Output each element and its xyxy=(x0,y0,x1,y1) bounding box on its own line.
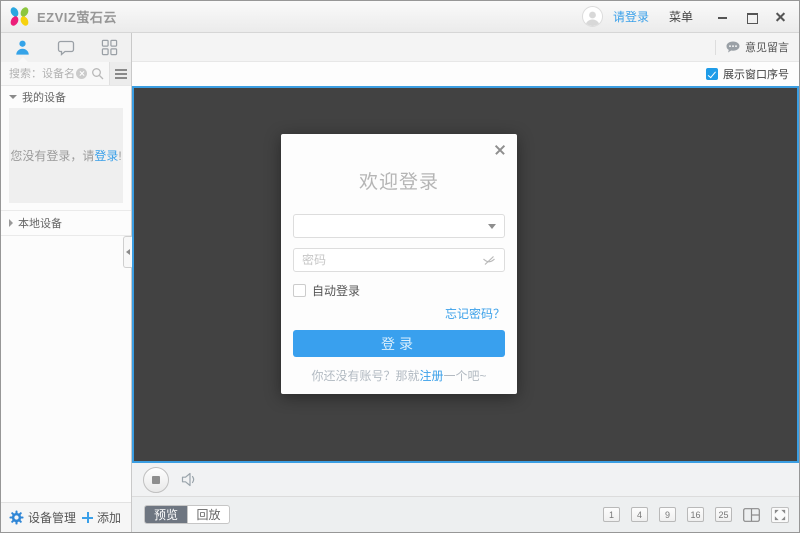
password-input[interactable] xyxy=(302,253,482,267)
bottom-bar: 预览 回放 1 4 9 16 25 xyxy=(132,497,799,532)
search-icon[interactable] xyxy=(91,67,104,80)
layout-button-25[interactable]: 25 xyxy=(715,507,732,522)
list-view-button[interactable] xyxy=(109,62,131,85)
fullscreen-button[interactable] xyxy=(771,506,789,523)
layout-switcher: 1 4 9 16 25 xyxy=(603,506,789,523)
sidebar-collapse-handle[interactable] xyxy=(123,236,132,268)
feedback-label: 意见留言 xyxy=(745,42,789,54)
caret-down-icon xyxy=(9,95,17,99)
app-title: EZVIZ萤石云 xyxy=(37,10,117,25)
ezviz-flower-icon xyxy=(9,5,30,27)
add-label: 添加 xyxy=(96,511,121,525)
avatar[interactable] xyxy=(581,6,603,27)
speaker-icon xyxy=(181,472,195,487)
person-icon xyxy=(16,40,29,55)
login-dialog: 欢迎登录 密码 自动登录 忘记密码？ 登录 你还没有账号？那就注册一个吧~ xyxy=(281,134,517,394)
register-suffix: 一个吧~ xyxy=(443,369,487,383)
caret-right-icon xyxy=(9,219,13,227)
maximize-button[interactable] xyxy=(746,11,758,24)
window-options-toolbar: 展示窗口序号 xyxy=(132,62,799,86)
username-dropdown[interactable] xyxy=(293,214,505,238)
feedback-button[interactable]: 意见留言 xyxy=(715,39,799,55)
mode-switcher: 预览 回放 xyxy=(144,505,230,524)
main-area: 意见留言 展示窗口序号 欢迎登录 密码 自动登录 忘记密码？ 登录 你还没有账号… xyxy=(132,33,799,532)
clear-search-icon[interactable] xyxy=(76,68,87,79)
password-field-wrap xyxy=(293,248,505,272)
feedback-bubble-icon xyxy=(726,41,740,53)
tab-preview[interactable]: 预览 xyxy=(145,506,187,523)
hamburger-icon xyxy=(114,67,127,81)
register-prefix: 你还没有账号？那就 xyxy=(311,369,420,383)
show-window-number-checkbox[interactable] xyxy=(706,68,718,80)
dialog-close-button[interactable] xyxy=(494,144,506,156)
sidebar: 我的设备 您没有登录，请登录! 本地设备 xyxy=(1,33,132,532)
grid-icon xyxy=(101,39,118,56)
register-line: 你还没有账号？那就注册一个吧~ xyxy=(293,367,505,384)
auto-login-label: 自动登录 xyxy=(312,284,361,298)
layout-button-9[interactable]: 9 xyxy=(659,507,676,522)
my-devices-header[interactable]: 我的设备 xyxy=(1,86,131,108)
login-prompt-prefix: 您没有登录，请 xyxy=(10,149,95,163)
fullscreen-icon xyxy=(774,509,786,520)
register-link[interactable]: 注册 xyxy=(419,369,443,383)
chat-bubble-icon xyxy=(57,40,75,56)
eye-off-icon xyxy=(483,255,495,265)
grid-split-icon xyxy=(743,507,760,522)
feedback-toolbar: 意见留言 xyxy=(132,33,799,62)
tab-device-grid[interactable] xyxy=(88,33,131,62)
minimize-button[interactable] xyxy=(717,11,729,23)
login-prompt-suffix: ! xyxy=(118,149,122,163)
dialog-title: 欢迎登录 xyxy=(358,172,439,193)
sidebar-bottom-bar: 设备管理 添加 xyxy=(1,502,131,532)
collapse-arrow-icon xyxy=(126,249,130,255)
app-window: EZVIZ萤石云 请登录 菜单 搜索：设备名 我的设备 您没有登录，请登录! 本… xyxy=(0,0,800,533)
stop-button[interactable] xyxy=(143,466,169,493)
active-tab-notch xyxy=(18,57,28,62)
add-device-button[interactable]: 添加 xyxy=(81,509,121,526)
search-input[interactable] xyxy=(1,67,76,80)
custom-layout-button[interactable] xyxy=(743,507,760,522)
auto-login-checkbox[interactable] xyxy=(293,284,306,297)
menu-button[interactable]: 菜单 xyxy=(669,8,693,25)
forgot-password-link[interactable]: 忘记密码？ xyxy=(445,307,505,321)
local-devices-header[interactable]: 本地设备 xyxy=(1,210,131,236)
search-row xyxy=(1,62,131,86)
forgot-password-row: 忘记密码？ xyxy=(293,305,505,322)
sidebar-login-link[interactable]: 登录 xyxy=(94,149,118,163)
volume-button[interactable] xyxy=(181,472,198,487)
auto-login-row: 自动登录 xyxy=(293,282,505,299)
my-devices-label: 我的设备 xyxy=(22,92,66,104)
video-window[interactable]: 欢迎登录 密码 自动登录 忘记密码？ 登录 你还没有账号？那就注册一个吧~ xyxy=(132,86,799,463)
layout-button-1[interactable]: 1 xyxy=(603,507,620,522)
person-silhouette-icon xyxy=(585,11,600,26)
login-prompt: 您没有登录，请登录! xyxy=(10,147,121,164)
login-prompt-panel: 您没有登录，请登录! xyxy=(9,108,123,203)
device-management-label: 设备管理 xyxy=(28,511,77,525)
tab-playback[interactable]: 回放 xyxy=(187,506,229,523)
layout-button-16[interactable]: 16 xyxy=(687,507,704,522)
app-body: 我的设备 您没有登录，请登录! 本地设备 xyxy=(1,33,799,532)
gear-icon xyxy=(9,510,24,525)
tab-messages[interactable] xyxy=(44,33,87,62)
device-management-button[interactable]: 设备管理 xyxy=(9,509,76,526)
titlebar-right: 请登录 菜单 xyxy=(581,6,789,27)
toggle-password-visibility[interactable] xyxy=(482,255,496,266)
playback-controls xyxy=(132,463,799,497)
titlebar: EZVIZ萤石云 请登录 菜单 xyxy=(1,1,799,33)
sidebar-tabbar xyxy=(1,33,131,62)
chevron-down-icon xyxy=(488,223,496,229)
stop-icon xyxy=(152,475,160,484)
show-window-number-label: 展示窗口序号 xyxy=(723,69,789,81)
local-devices-label: 本地设备 xyxy=(18,218,62,230)
close-button[interactable] xyxy=(775,11,787,23)
titlebar-login-link[interactable]: 请登录 xyxy=(613,8,649,25)
layout-button-4[interactable]: 4 xyxy=(631,507,648,522)
login-button[interactable]: 登录 xyxy=(293,330,505,357)
app-logo: EZVIZ萤石云 xyxy=(9,5,117,27)
plus-icon xyxy=(81,512,93,523)
